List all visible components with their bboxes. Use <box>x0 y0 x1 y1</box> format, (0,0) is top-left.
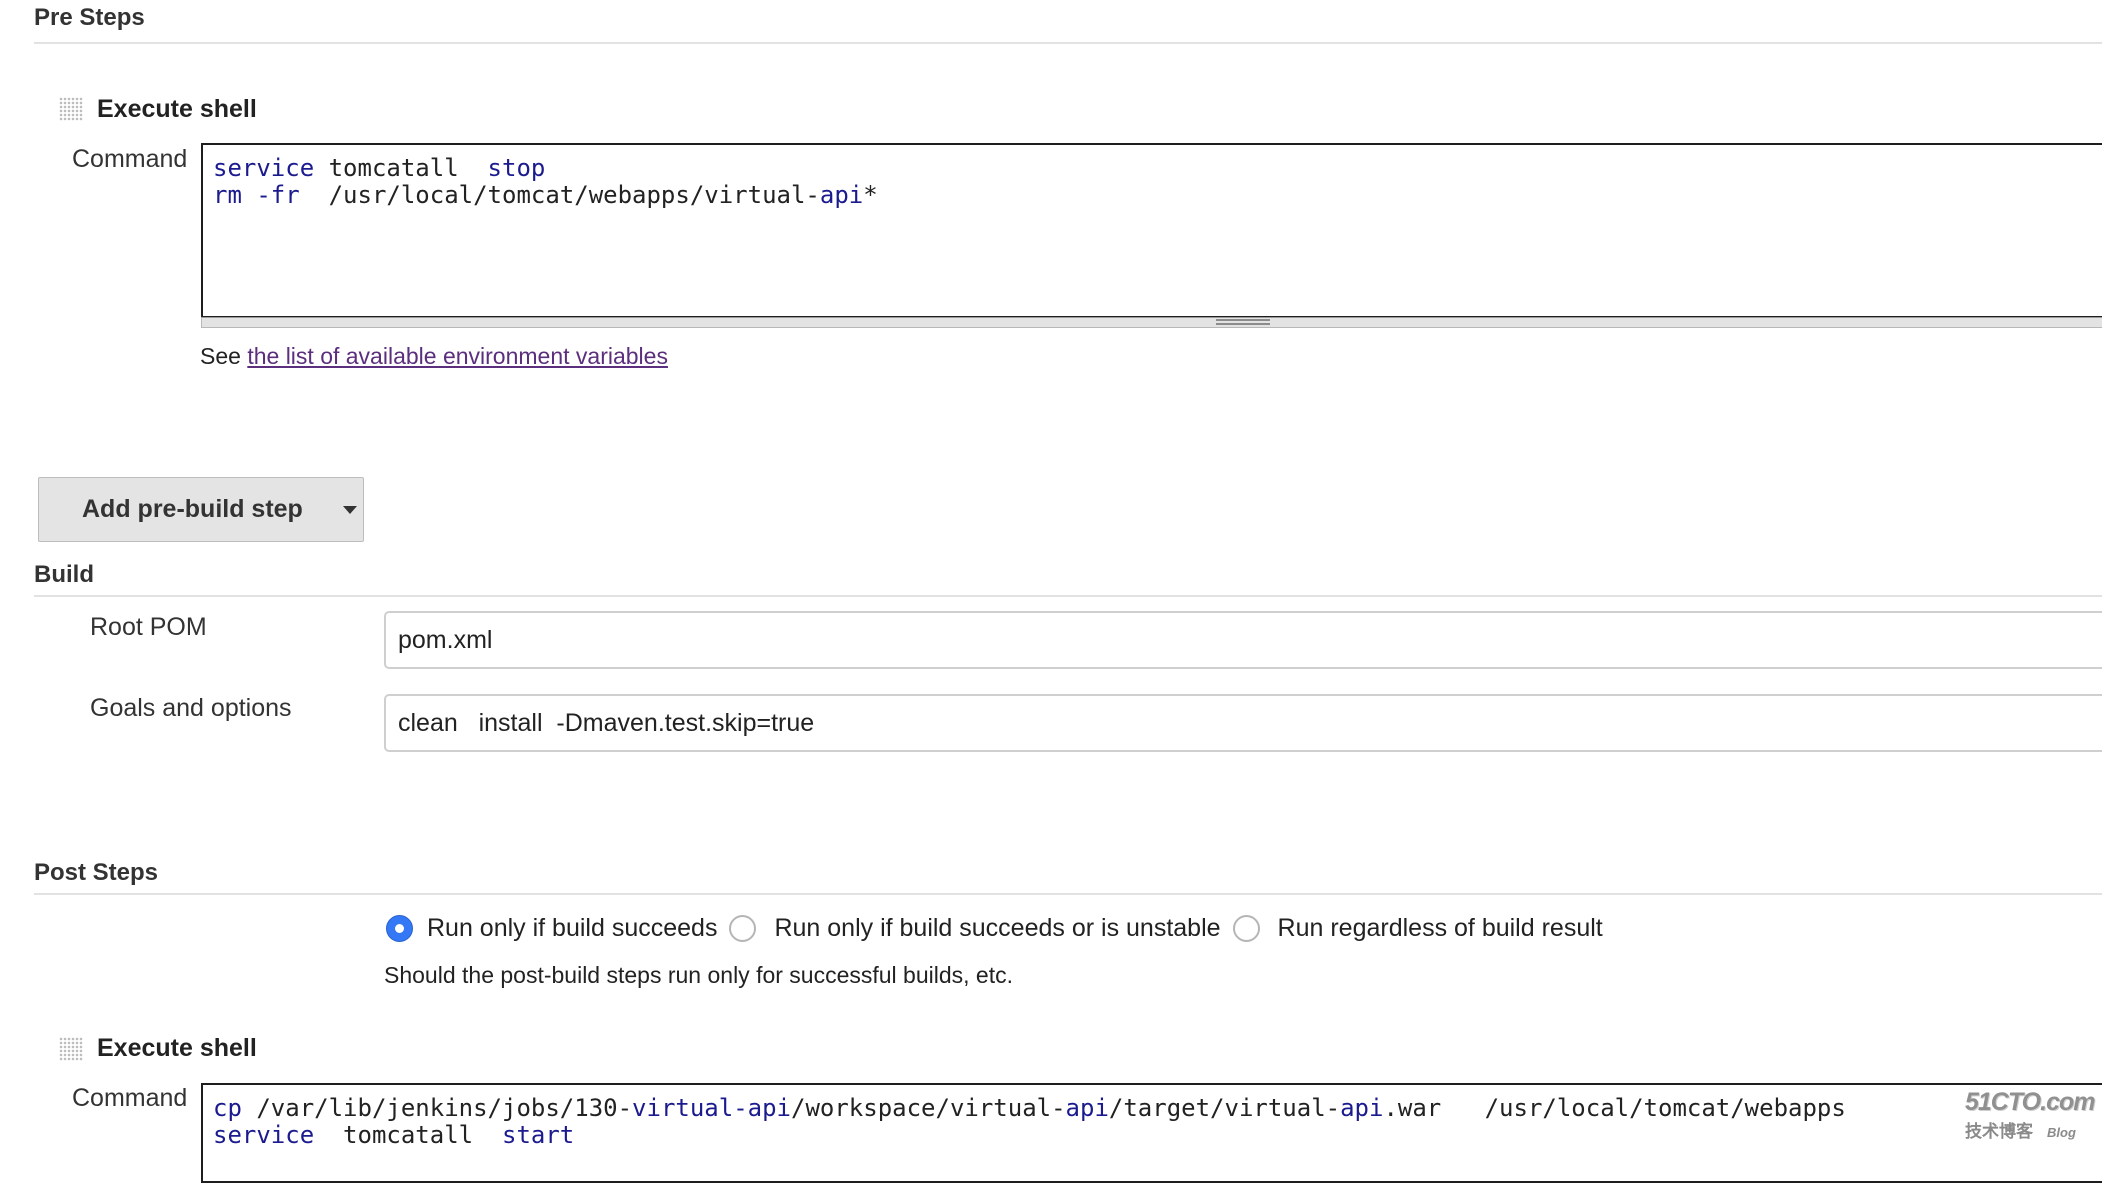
build-divider <box>34 595 2102 597</box>
post-command-label: Command <box>72 1084 188 1112</box>
code-line: rm -fr /usr/local/tomcat/webapps/virtual… <box>213 182 2102 209</box>
goals-input[interactable]: clean install -Dmaven.test.skip=true <box>384 694 2102 752</box>
code-text: tomcatall <box>314 154 488 182</box>
watermark-site: 51CTO.com <box>1965 1088 2095 1116</box>
pre-step-title: Execute shell <box>97 95 257 123</box>
radio-regardless[interactable] <box>1232 914 1260 942</box>
root-pom-input[interactable]: pom.xml <box>384 611 2102 669</box>
pre-command-label: Command <box>72 145 188 173</box>
pre-steps-title: Pre Steps <box>34 4 145 31</box>
code-text: .war /usr/local/tomcat/webapps <box>1383 1094 1846 1122</box>
add-pre-build-step-label: Add pre-build step <box>82 495 303 523</box>
code-line: service tomcatall stop <box>213 155 2102 182</box>
env-vars-help: See the list of available environment va… <box>200 343 668 370</box>
radio-dot <box>395 923 404 933</box>
code-keyword: service <box>213 1121 315 1149</box>
pre-command-textarea[interactable]: service tomcatall stop rm -fr /usr/local/… <box>201 143 2102 318</box>
env-vars-help-prefix: See <box>200 343 248 369</box>
post-steps-divider <box>34 893 2102 895</box>
textarea-resize-handle[interactable] <box>201 317 2102 328</box>
code-text: tomcatall <box>314 1121 502 1149</box>
pre-steps-divider <box>34 42 2102 44</box>
post-step-title: Execute shell <box>97 1034 257 1062</box>
code-keyword: rm -fr <box>213 181 300 209</box>
watermark-sub: 技术博客 <box>1965 1122 2033 1141</box>
root-pom-label: Root POM <box>90 613 207 641</box>
post-command-textarea[interactable]: cp /var/lib/jenkins/jobs/130-virtual-api… <box>201 1083 2102 1183</box>
watermark-blog: Blog <box>2047 1125 2076 1140</box>
goals-label: Goals and options <box>90 694 292 722</box>
code-keyword: cp <box>213 1094 242 1122</box>
add-pre-build-step-button[interactable]: Add pre-build step <box>38 477 364 542</box>
code-keyword: api <box>1065 1094 1109 1122</box>
code-keyword: start <box>502 1121 575 1149</box>
radio-label-succeeds-or-unstable[interactable]: Run only if build succeeds or is unstabl… <box>774 914 1220 943</box>
grip-icon <box>1216 319 1270 325</box>
post-steps-radio-group: Run only if build succeeds Run only if b… <box>386 913 1603 943</box>
goals-value: clean install -Dmaven.test.skip=true <box>398 708 815 737</box>
code-keyword: service <box>213 154 315 182</box>
drag-handle-icon[interactable] <box>59 97 83 121</box>
radio-label-regardless[interactable]: Run regardless of build result <box>1278 914 1603 943</box>
env-vars-link[interactable]: the list of available environment variab… <box>247 343 668 369</box>
radio-label-build-succeeds[interactable]: Run only if build succeeds <box>427 914 717 943</box>
code-keyword: api <box>819 181 864 209</box>
chevron-down-icon <box>342 505 357 514</box>
code-text: /var/lib/jenkins/jobs/130- <box>241 1094 633 1122</box>
code-text: /usr/local/tomcat/webapps/virtual- <box>299 181 820 209</box>
watermark-logo: 51CTO.com 技术博客 Blog <box>1965 1088 2095 1142</box>
code-text: * <box>863 181 878 209</box>
post-steps-title: Post Steps <box>34 859 159 886</box>
code-text: /target/virtual- <box>1108 1094 1341 1122</box>
code-keyword: api <box>1340 1094 1384 1122</box>
radio-succeeds-or-unstable[interactable] <box>729 914 757 942</box>
code-keyword: stop <box>487 154 546 182</box>
root-pom-value: pom.xml <box>398 625 493 654</box>
post-steps-help: Should the post-build steps run only for… <box>384 962 1014 988</box>
build-title: Build <box>34 561 94 588</box>
drag-handle-icon[interactable] <box>59 1037 83 1061</box>
code-keyword: virtual-api <box>632 1094 791 1122</box>
code-line: cp /var/lib/jenkins/jobs/130-virtual-api… <box>213 1095 2102 1122</box>
code-line: service tomcatall start <box>213 1122 2102 1149</box>
radio-build-succeeds[interactable] <box>386 914 413 942</box>
code-text: /workspace/virtual- <box>791 1094 1066 1122</box>
